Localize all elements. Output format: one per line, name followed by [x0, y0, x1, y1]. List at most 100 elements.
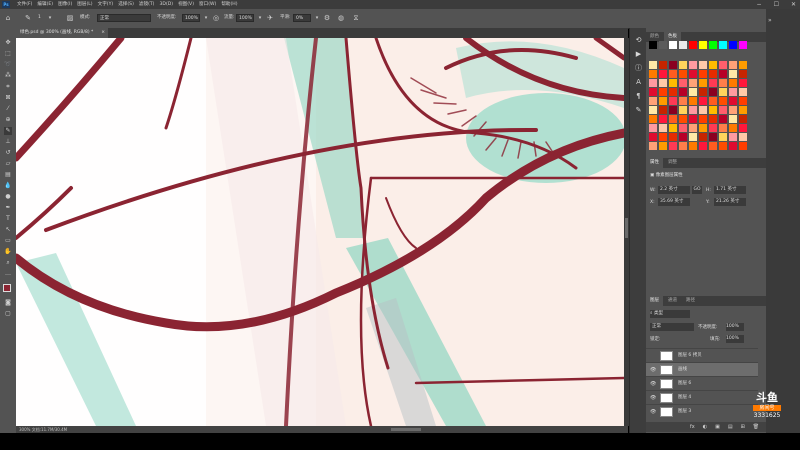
visibility-eye-icon[interactable]: 👁: [650, 377, 656, 391]
swatch[interactable]: [649, 61, 657, 69]
swatch[interactable]: [669, 61, 677, 69]
swatch[interactable]: [739, 79, 747, 87]
menu-file[interactable]: 文件(F): [17, 1, 32, 8]
swatch[interactable]: [679, 41, 687, 49]
minimize-button[interactable]: −: [757, 1, 762, 8]
swatch[interactable]: [679, 97, 687, 105]
swatch[interactable]: [699, 97, 707, 105]
swatch[interactable]: [729, 70, 737, 78]
swatch[interactable]: [729, 97, 737, 105]
foreground-color-swatch[interactable]: [3, 284, 11, 292]
scrollbar-thumb[interactable]: [625, 218, 628, 238]
swatch[interactable]: [709, 41, 717, 49]
swatch[interactable]: [739, 124, 747, 132]
swatch[interactable]: [709, 70, 717, 78]
layer-opacity-input[interactable]: 100%: [726, 323, 744, 331]
swatch[interactable]: [739, 97, 747, 105]
quick-select-tool-icon[interactable]: ⁂: [4, 72, 12, 80]
swatch[interactable]: [649, 70, 657, 78]
swatch[interactable]: [689, 61, 697, 69]
dodge-tool-icon[interactable]: ●: [4, 193, 12, 201]
swatch[interactable]: [719, 124, 727, 132]
swatch[interactable]: [739, 88, 747, 96]
swatch[interactable]: [679, 88, 687, 96]
hand-tool-icon[interactable]: ✋: [4, 248, 12, 256]
layer-row[interactable]: 👁 图层 4: [646, 390, 758, 405]
brushes-panel-icon[interactable]: ✎: [634, 106, 643, 115]
swatch[interactable]: [679, 124, 687, 132]
tab-paths[interactable]: 路径: [682, 296, 699, 306]
swatch[interactable]: [659, 142, 667, 150]
h-input[interactable]: 1.71 英寸: [714, 186, 746, 194]
swatch[interactable]: [739, 70, 747, 78]
brush-tool-icon[interactable]: ✎: [4, 127, 12, 135]
y-input[interactable]: 21.26 英寸: [714, 198, 746, 206]
swatch[interactable]: [709, 88, 717, 96]
swatch[interactable]: [669, 41, 677, 49]
mask-icon[interactable]: ▣: [715, 422, 720, 432]
swatch[interactable]: [729, 115, 737, 123]
swatch[interactable]: [709, 115, 717, 123]
swatch[interactable]: [649, 106, 657, 114]
swatch[interactable]: [659, 133, 667, 141]
swatch[interactable]: [699, 106, 707, 114]
menu-3d[interactable]: 3D(D): [159, 1, 173, 8]
swatch[interactable]: [659, 70, 667, 78]
swatch[interactable]: [689, 41, 697, 49]
crop-tool-icon[interactable]: ⌗: [4, 83, 12, 91]
swatch[interactable]: [719, 115, 727, 123]
symmetry-icon[interactable]: ⧖: [352, 14, 360, 22]
swatch[interactable]: [729, 41, 737, 49]
smoothing-options-gear-icon[interactable]: ⚙: [323, 14, 331, 22]
swatch[interactable]: [739, 61, 747, 69]
swatch[interactable]: [679, 142, 687, 150]
swatch[interactable]: [659, 115, 667, 123]
swatch[interactable]: [689, 97, 697, 105]
eyedropper-tool-icon[interactable]: ⁄: [4, 105, 12, 113]
visibility-eye-icon[interactable]: 👁: [650, 405, 656, 419]
swatch[interactable]: [669, 88, 677, 96]
fill-input[interactable]: 100%: [726, 335, 744, 343]
swatch[interactable]: [679, 106, 687, 114]
swatch[interactable]: [659, 124, 667, 132]
swatch[interactable]: [669, 133, 677, 141]
swatch[interactable]: [659, 41, 667, 49]
mode-select[interactable]: 正常: [97, 14, 151, 22]
smoothing-input[interactable]: 0%: [293, 14, 311, 22]
swatch[interactable]: [719, 88, 727, 96]
menu-window[interactable]: 窗口(W): [199, 1, 216, 8]
swatch[interactable]: [659, 88, 667, 96]
rectangle-tool-icon[interactable]: ▭: [4, 237, 12, 245]
swatch[interactable]: [709, 79, 717, 87]
quick-mask-icon[interactable]: ◙: [4, 299, 12, 307]
swatch-grid[interactable]: [649, 41, 755, 173]
swatch[interactable]: [649, 124, 657, 132]
brush-settings-icon[interactable]: ▨: [66, 14, 74, 22]
swatch[interactable]: [719, 79, 727, 87]
history-icon[interactable]: ⟲: [634, 36, 643, 45]
canvas[interactable]: [16, 38, 624, 426]
screen-mode-icon[interactable]: ▢: [4, 310, 12, 318]
swatch[interactable]: [709, 61, 717, 69]
new-layer-icon[interactable]: ⊞: [741, 422, 745, 432]
swatch[interactable]: [719, 97, 727, 105]
tab-channels[interactable]: 通道: [664, 296, 681, 306]
swatch[interactable]: [709, 97, 717, 105]
adjustment-layer-icon[interactable]: ◐: [703, 422, 707, 432]
menu-help[interactable]: 帮助(H): [221, 1, 237, 8]
visibility-eye-icon[interactable]: 👁: [650, 391, 656, 405]
swatch[interactable]: [719, 142, 727, 150]
swatch[interactable]: [699, 115, 707, 123]
menu-edit[interactable]: 编辑(E): [37, 1, 53, 8]
swatch[interactable]: [719, 41, 727, 49]
clone-stamp-tool-icon[interactable]: ⊥: [4, 138, 12, 146]
swatch[interactable]: [699, 142, 707, 150]
pen-tool-icon[interactable]: ✒: [4, 204, 12, 212]
swatch[interactable]: [709, 106, 717, 114]
swatch[interactable]: [689, 124, 697, 132]
pressure-opacity-icon[interactable]: ◎: [212, 14, 220, 22]
path-select-tool-icon[interactable]: ↖: [4, 226, 12, 234]
visibility-eye-icon[interactable]: 👁: [650, 363, 656, 377]
swatch[interactable]: [649, 88, 657, 96]
horizontal-scrollbar-thumb[interactable]: [391, 428, 421, 431]
